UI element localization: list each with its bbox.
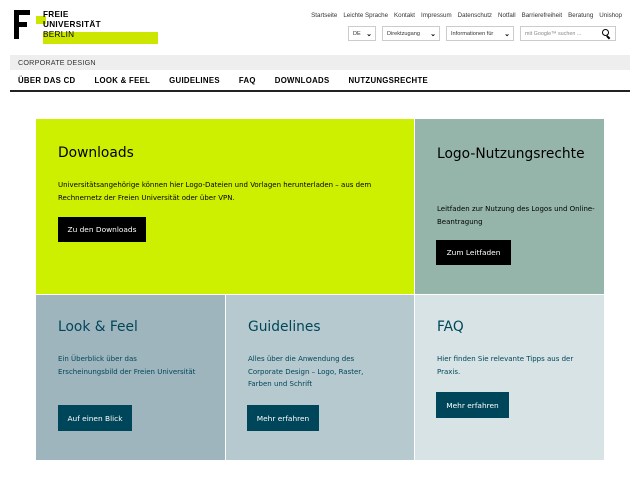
faq-title: FAQ [437,319,464,335]
service-link-barrierefreiheit[interactable]: Barrierefreiheit [522,12,563,19]
main-nav: ÜBER DAS CD LOOK & FEEL GUIDELINES FAQ D… [10,72,630,92]
search-placeholder: mit Google™ suchen ... [525,30,582,37]
chevron-down-icon: ⌄ [366,30,372,38]
language-select-value: DE [353,30,361,37]
header-tools: DE ⌄ Direktzugang ⌄ Informationen für ⌄ … [348,26,616,41]
downloads-tile: Downloads Universitätsangehörige können … [36,119,414,294]
nav-item-nutzungsrechte[interactable]: NUTZUNGSRECHTE [348,72,428,90]
look-feel-tile: Look & Feel Ein Überblick über das Ersch… [36,295,225,460]
direct-access-label: Direktzugang [387,30,420,37]
service-link-impressum[interactable]: Impressum [421,12,452,19]
chevron-down-icon: ⌄ [430,30,436,38]
language-select[interactable]: DE ⌄ [348,26,376,41]
logo-line-2: UNIVERSITÄT [43,20,101,29]
guidelines-title: Guidelines [248,319,321,335]
nav-item-look-feel[interactable]: LOOK & FEEL [94,72,150,90]
service-link-kontakt[interactable]: Kontakt [394,12,415,19]
section-title[interactable]: CORPORATE DESIGN [10,55,630,70]
look-feel-title: Look & Feel [58,319,138,335]
info-for-select[interactable]: Informationen für ⌄ [446,26,514,41]
nav-item-faq[interactable]: FAQ [239,72,256,90]
logo-text: FREIE UNIVERSITÄT BERLIN [43,10,101,40]
search-icon[interactable] [602,29,611,38]
logo-line-1: FREIE [43,10,69,19]
guidelines-text: Alles über die Anwendung des Corporate D… [248,355,364,388]
logo-rights-text: Leitfaden zur Nutzung des Logos und Onli… [437,205,595,226]
guidelines-button[interactable]: Mehr erfahren [247,405,319,431]
logo-line-3: BERLIN [43,30,75,39]
service-link-notfall[interactable]: Notfall [498,12,516,19]
service-link-datenschutz[interactable]: Datenschutz [458,12,492,19]
direct-access-select[interactable]: Direktzugang ⌄ [382,26,440,41]
nav-item-guidelines[interactable]: GUIDELINES [169,72,220,90]
nav-item-ueber-das-cd[interactable]: ÜBER DAS CD [18,72,75,90]
service-nav: Startseite Leichte Sprache Kontakt Impre… [311,12,622,19]
fu-berlin-logo[interactable]: FREIE UNIVERSITÄT BERLIN [10,8,160,46]
logo-rights-title: Logo-Nutzungsrechte [437,146,585,162]
look-feel-button[interactable]: Auf einen Blick [58,405,132,431]
info-for-label: Informationen für [451,30,494,37]
logo-rights-tile: Logo-Nutzungsrechte Leitfaden zur Nutzun… [415,119,604,294]
look-feel-text: Ein Überblick über das Erscheinungsbild … [58,355,196,376]
chevron-down-icon: ⌄ [504,30,510,38]
guidelines-tile: Guidelines Alles über die Anwendung des … [226,295,414,460]
faq-tile: FAQ Hier finden Sie relevante Tipps aus … [415,295,604,460]
downloads-text: Universitätsangehörige können hier Logo-… [58,181,372,202]
service-link-leichte-sprache[interactable]: Leichte Sprache [343,12,388,19]
search-input[interactable]: mit Google™ suchen ... [520,26,616,41]
service-link-beratung[interactable]: Beratung [568,12,593,19]
service-link-unishop[interactable]: Unishop [599,12,622,19]
logo-rights-button[interactable]: Zum Leitfaden [436,240,511,265]
logo-f-icon [12,10,36,40]
downloads-button[interactable]: Zu den Downloads [58,217,146,242]
faq-text: Hier finden Sie relevante Tipps aus der … [437,355,574,376]
nav-item-downloads[interactable]: DOWNLOADS [275,72,330,90]
service-link-startseite[interactable]: Startseite [311,12,337,19]
faq-button[interactable]: Mehr erfahren [436,392,509,418]
downloads-title: Downloads [58,145,134,161]
